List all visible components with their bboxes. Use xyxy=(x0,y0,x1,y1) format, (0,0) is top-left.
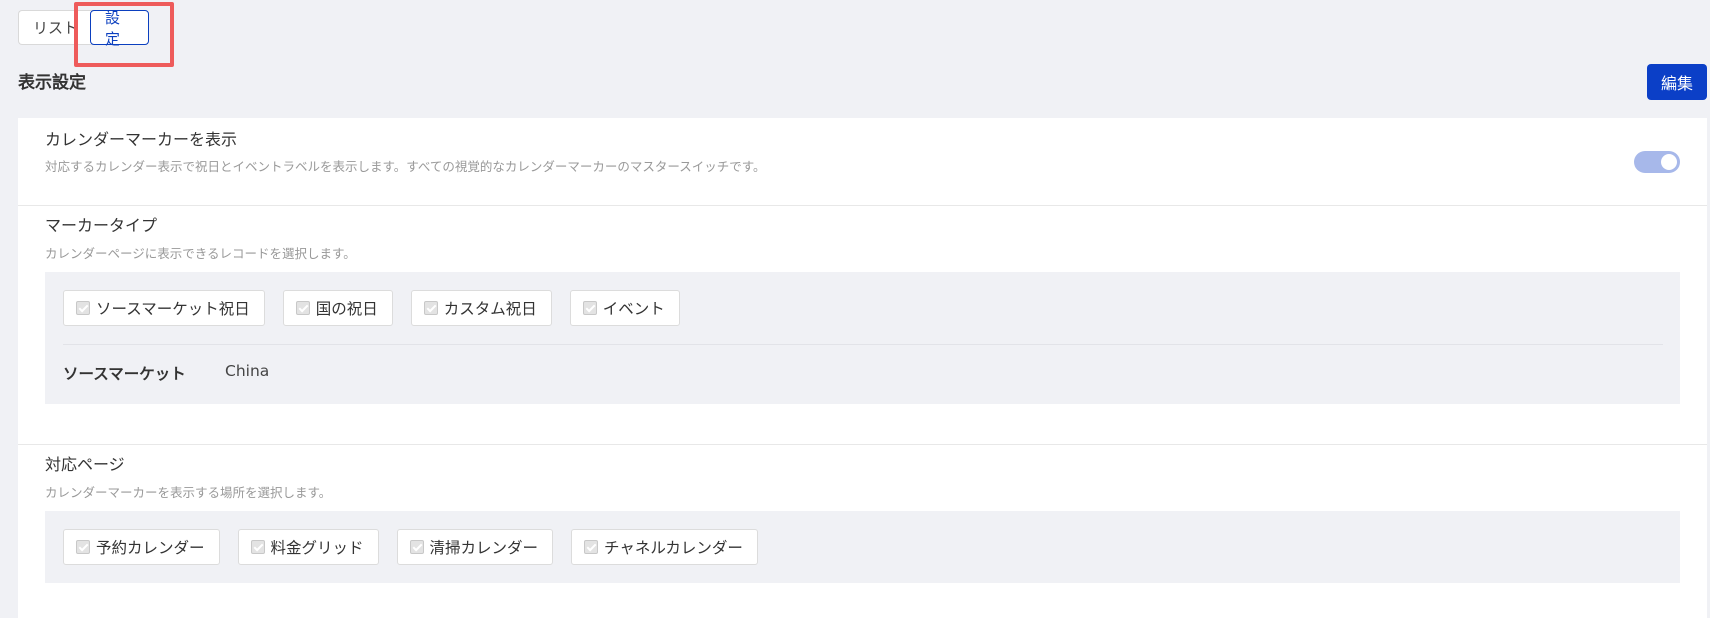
marker-type-section: マーカータイプ カレンダーページに表示できるレコードを選択します。 ソースマーケ… xyxy=(18,206,1707,422)
page-option-reservation-calendar[interactable]: 予約カレンダー xyxy=(63,529,220,565)
page-option-rate-grid[interactable]: 料金グリッド xyxy=(237,529,379,565)
calendar-marker-section: カレンダーマーカーを表示 対応するカレンダー表示で祝日とイベントラベルを表示しま… xyxy=(18,118,1707,204)
supported-pages-options: 予約カレンダー 料金グリッド 清掃カレンダー チャネルカレンダー xyxy=(45,511,1680,583)
view-tabs: リスト 設定 xyxy=(18,9,149,48)
marker-type-title: マーカータイプ xyxy=(45,216,158,235)
marker-type-options: ソースマーケット祝日 国の祝日 カスタム祝日 イベント ソースマーケット Chi… xyxy=(45,272,1680,404)
marker-type-chips: ソースマーケット祝日 国の祝日 カスタム祝日 イベント xyxy=(63,290,698,326)
source-market-value: China xyxy=(225,362,270,380)
option-label: 清掃カレンダー xyxy=(429,539,539,557)
checkbox-icon xyxy=(584,540,599,554)
supported-pages-section: 対応ページ カレンダーマーカーを表示する場所を選択します。 予約カレンダー 料金… xyxy=(18,445,1707,618)
supported-pages-title: 対応ページ xyxy=(45,455,125,474)
settings-panel: カレンダーマーカーを表示 対応するカレンダー表示で祝日とイベントラベルを表示しま… xyxy=(18,118,1707,618)
page-option-channel-calendar[interactable]: チャネルカレンダー xyxy=(571,529,758,565)
option-label: カスタム祝日 xyxy=(443,300,537,318)
supported-pages-description: カレンダーマーカーを表示する場所を選択します。 xyxy=(45,485,332,500)
toggle-knob xyxy=(1661,154,1677,170)
marker-type-description: カレンダーページに表示できるレコードを選択します。 xyxy=(45,246,356,261)
checkbox-icon xyxy=(76,301,90,315)
supported-pages-chips: 予約カレンダー 料金グリッド 清掃カレンダー チャネルカレンダー xyxy=(63,529,776,565)
marker-type-option-national-holiday[interactable]: 国の祝日 xyxy=(282,290,393,326)
source-market-label: ソースマーケット xyxy=(63,365,186,383)
checkbox-icon xyxy=(295,301,310,315)
marker-type-option-source-market-holiday[interactable]: ソースマーケット祝日 xyxy=(63,290,265,326)
option-label: ソースマーケット祝日 xyxy=(96,300,250,318)
marker-type-option-custom-holiday[interactable]: カスタム祝日 xyxy=(410,290,552,326)
marker-type-option-event[interactable]: イベント xyxy=(569,290,680,326)
checkbox-icon xyxy=(582,301,597,315)
page-title: 表示設定 xyxy=(18,73,86,93)
checkbox-icon xyxy=(250,540,265,554)
edit-button[interactable]: 編集 xyxy=(1647,64,1707,100)
checkbox-icon xyxy=(76,540,90,554)
tab-list[interactable]: リスト xyxy=(18,10,96,45)
calendar-marker-title: カレンダーマーカーを表示 xyxy=(45,130,238,149)
inner-divider xyxy=(63,344,1663,345)
tab-settings[interactable]: 設定 xyxy=(90,9,149,48)
option-label: チャネルカレンダー xyxy=(604,539,743,557)
option-label: イベント xyxy=(602,300,665,318)
page-option-cleaning-calendar[interactable]: 清掃カレンダー xyxy=(396,529,554,565)
calendar-marker-description: 対応するカレンダー表示で祝日とイベントラベルを表示します。すべての視覚的なカレン… xyxy=(45,159,766,174)
checkbox-icon xyxy=(423,301,438,315)
calendar-marker-toggle[interactable] xyxy=(1634,151,1680,173)
checkbox-icon xyxy=(409,540,424,554)
option-label: 料金グリッド xyxy=(270,539,364,557)
option-label: 予約カレンダー xyxy=(96,539,205,557)
option-label: 国の祝日 xyxy=(315,300,378,318)
